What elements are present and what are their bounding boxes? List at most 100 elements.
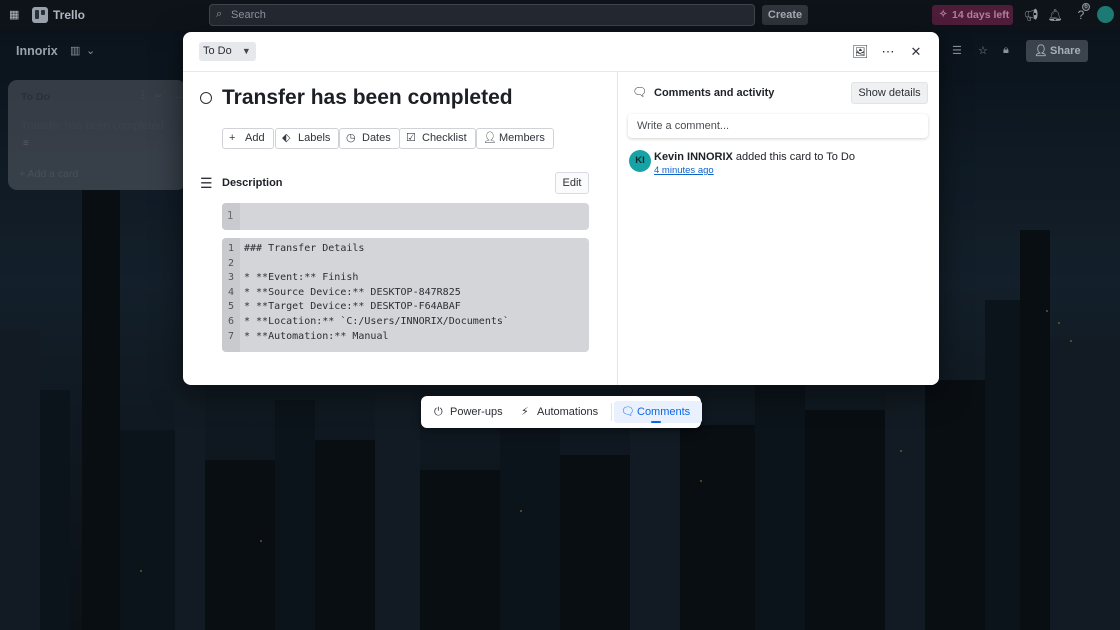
mark-complete-checkbox[interactable] xyxy=(200,92,212,104)
description-icon: ☰ xyxy=(200,175,213,191)
code-line: 1 ### Transfer Details xyxy=(222,243,364,258)
add-card-button[interactable]: + Add a card xyxy=(19,168,78,180)
add-label: Add xyxy=(245,132,265,144)
trial-label: 14 days left xyxy=(952,9,1010,21)
members-button[interactable]: 👤︎ Members xyxy=(476,128,554,149)
comment-input[interactable]: Write a comment... xyxy=(628,114,928,138)
activity-timestamp-link[interactable]: 4 minutes ago xyxy=(654,165,714,176)
code-line: 3 * **Event:** Finish xyxy=(222,272,358,287)
labels-label: Labels xyxy=(298,132,331,144)
board-title[interactable]: Innorix xyxy=(16,44,58,58)
show-details-button[interactable]: Show details xyxy=(851,82,928,104)
code-line: 7 * **Automation:** Manual xyxy=(222,331,389,346)
line-number: 5 xyxy=(227,301,235,313)
filter-icon[interactable]: ☰ xyxy=(952,44,962,57)
dates-label: Dates xyxy=(362,132,391,144)
code-text: * **Target Device:** DESKTOP-F64ABAF xyxy=(244,301,461,313)
automations-button[interactable]: ⚡︎ Automations xyxy=(521,401,598,423)
notification-badge: 6 xyxy=(1082,3,1090,11)
code-block-empty[interactable]: 1 xyxy=(222,203,589,230)
comment-icon: 🗨︎ xyxy=(632,85,648,99)
trello-logo-icon[interactable] xyxy=(32,7,48,23)
close-icon[interactable]: ✕ xyxy=(908,44,924,60)
clock-icon: ◷ xyxy=(346,132,356,144)
search-placeholder: Search xyxy=(231,9,266,21)
search-input[interactable]: ⌕ Search xyxy=(209,4,755,26)
notifications-bell-icon[interactable]: 🔔︎ xyxy=(1047,7,1063,23)
activity-user[interactable]: Kevin INNORIX xyxy=(654,151,733,163)
checklist-label: Checklist xyxy=(422,132,467,144)
code-block-transfer-details[interactable]: 1 ### Transfer Details 2 3 * **Event:** Fi… xyxy=(222,238,589,352)
add-button[interactable]: + Add xyxy=(222,128,274,149)
chevron-down-icon: ▼ xyxy=(241,46,251,56)
code-text: * **Source Device:** DESKTOP-847R825 xyxy=(244,286,461,298)
person-add-icon: 👤︎ xyxy=(483,132,497,144)
list-title[interactable]: To Do xyxy=(21,91,50,103)
search-icon: ⌕ xyxy=(216,8,223,20)
code-text: * **Event:** Finish xyxy=(244,272,359,284)
description-icon: ≡ xyxy=(23,138,29,149)
add-card-label: Add a card xyxy=(27,168,79,180)
comments-toggle-button[interactable]: 🗨︎ Comments xyxy=(614,401,703,423)
star-icon[interactable]: ☆ xyxy=(978,44,988,57)
cover-image-icon[interactable]: 🖼︎ xyxy=(852,44,869,60)
card-title-heading[interactable]: Transfer has been completed xyxy=(222,86,513,110)
share-label: Share xyxy=(1050,45,1081,57)
powerups-button[interactable]: ⏻ Power-ups xyxy=(434,401,503,423)
line-number: 3 xyxy=(227,272,235,284)
labels-button[interactable]: ⬖ Labels xyxy=(275,128,340,149)
lock-icon[interactable]: 🔒︎ xyxy=(1003,44,1009,57)
app-switcher-icon[interactable]: ▦ xyxy=(9,9,21,21)
create-button[interactable]: Create xyxy=(762,5,808,25)
plus-icon: + xyxy=(229,132,236,144)
checkbox-icon: ☑ xyxy=(406,132,416,144)
trial-button[interactable]: ✧ 14 days left xyxy=(932,5,1013,25)
avatar[interactable]: KI xyxy=(629,150,651,172)
line-number: 6 xyxy=(227,316,235,327)
code-text: ### Transfer Details xyxy=(244,243,365,254)
checklist-button[interactable]: ☑ Checklist xyxy=(399,128,476,149)
chevron-down-icon[interactable]: ⌄ xyxy=(86,44,95,57)
edit-description-button[interactable]: Edit xyxy=(555,172,589,194)
comments-toggle-label: Comments xyxy=(637,406,691,418)
line-number: 1 xyxy=(227,210,234,222)
activity-entry: Kevin INNORIX added this card to To Do xyxy=(654,151,855,163)
code-text: * **Automation:** Manual xyxy=(244,330,389,342)
top-navigation-bar: ▦ Trello ⌕ Search Create ✧ 14 days left … xyxy=(0,0,1120,30)
list-selector-button[interactable]: To Do ▼ xyxy=(199,42,256,61)
active-indicator xyxy=(651,421,661,423)
powerups-label: Power-ups xyxy=(450,406,503,418)
more-options-icon[interactable]: ⋯ xyxy=(880,44,896,60)
card-detail-modal: To Do ▼ 🖼︎ ⋯ ✕ Transfer has been complet… xyxy=(183,32,939,385)
activity-text: added this card to To Do xyxy=(732,151,855,163)
share-button[interactable]: 👤︎ Share xyxy=(1026,40,1088,62)
code-line: 4 * **Source Device:** DESKTOP-847R825 xyxy=(222,287,461,302)
code-text: * **Location:** `C:/Users/INNORIX/Docume… xyxy=(244,316,509,327)
tag-icon: ⬖ xyxy=(282,132,291,144)
user-avatar[interactable] xyxy=(1097,6,1114,23)
code-line: 6 * **Location:** `C:/Users/INNORIX/Docum… xyxy=(222,316,509,331)
lightning-icon: ⚡︎ xyxy=(521,406,529,418)
comment-icon: 🗨︎ xyxy=(621,406,635,418)
collapse-list-icon[interactable]: ⇔ xyxy=(153,90,163,101)
toolbar-divider xyxy=(611,403,612,421)
board-view-icon[interactable]: ▥ xyxy=(70,44,80,57)
plug-icon: ⏻ xyxy=(434,406,443,418)
modal-header: To Do ▼ 🖼︎ ⋯ ✕ xyxy=(183,32,939,72)
trial-icon: ✧ xyxy=(939,9,948,20)
members-label: Members xyxy=(499,132,545,144)
line-number: 2 xyxy=(227,257,235,269)
megaphone-icon[interactable]: 📢︎ xyxy=(1023,7,1039,23)
share-user-icon: 👤︎ xyxy=(1034,45,1048,57)
dates-button[interactable]: ◷ Dates xyxy=(339,128,400,149)
card-title[interactable]: Transfer has been completed xyxy=(21,120,164,132)
comments-heading: Comments and activity xyxy=(654,87,775,99)
list-selector-label: To Do xyxy=(203,45,232,57)
line-number: 7 xyxy=(227,330,235,342)
card-bottom-toolbar: ⏻ Power-ups ⚡︎ Automations 🗨︎ Comments xyxy=(421,396,703,428)
card-main-pane: Transfer has been completed + Add ⬖ Labe… xyxy=(183,72,617,385)
code-line: 2 xyxy=(222,258,244,273)
drag-handle-icon[interactable]: ⋮ xyxy=(138,90,148,101)
app-name[interactable]: Trello xyxy=(53,8,85,22)
